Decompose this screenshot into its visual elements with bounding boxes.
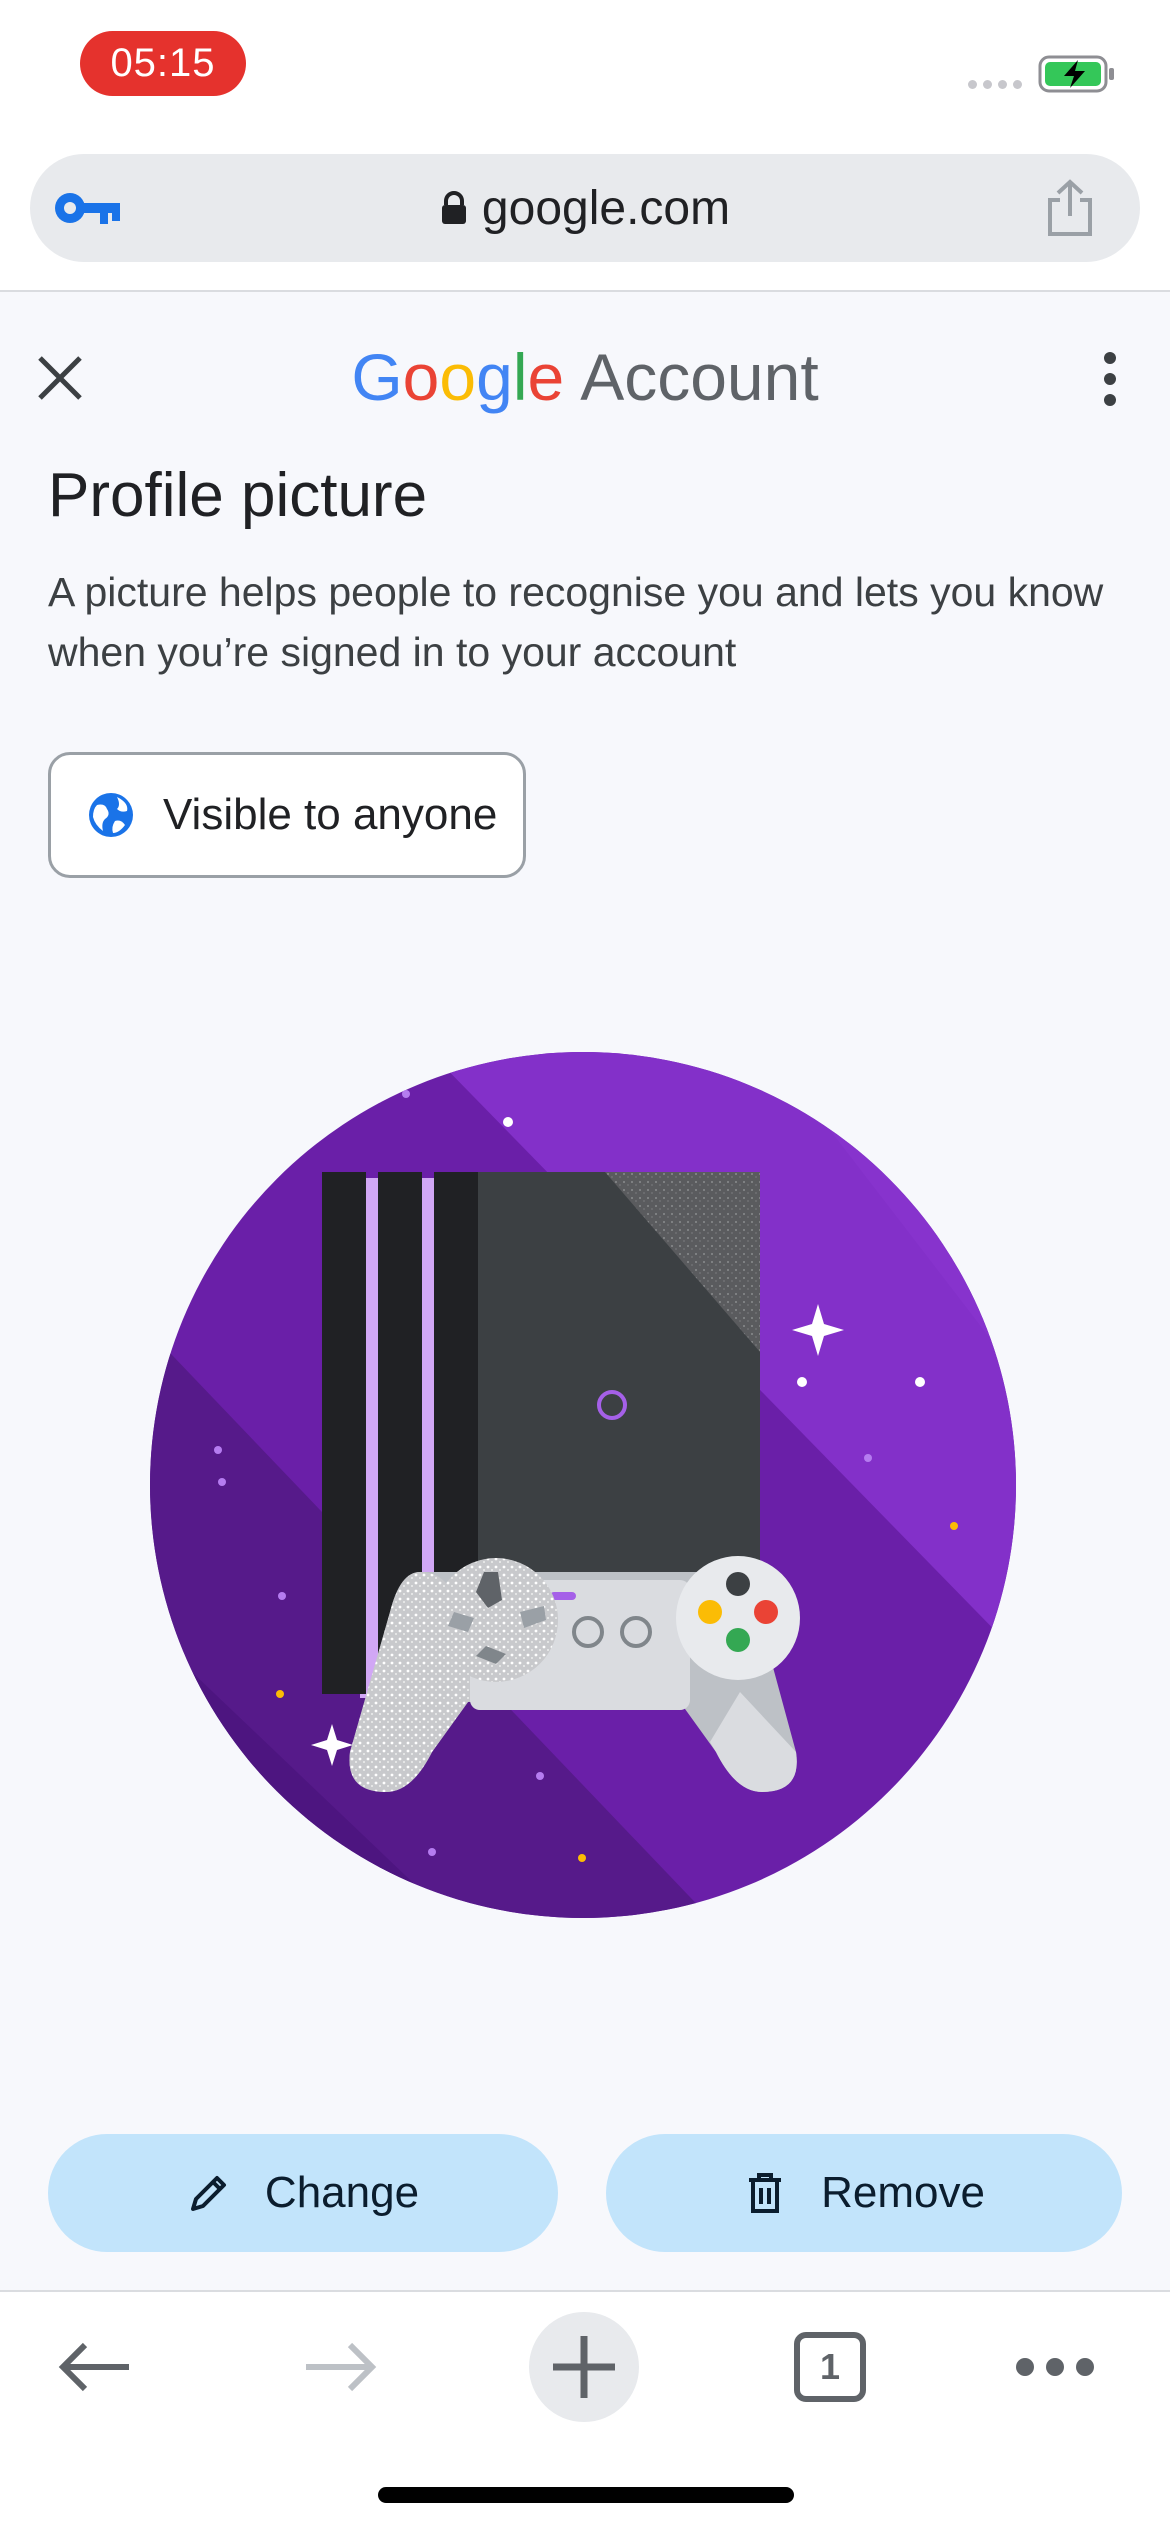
back-arrow-icon <box>58 2342 129 2392</box>
forward-button[interactable] <box>285 2292 395 2442</box>
battery-charging-icon <box>1038 55 1114 93</box>
back-button[interactable] <box>40 2292 150 2442</box>
address-bar[interactable]: google.com <box>30 154 1140 262</box>
change-label: Change <box>264 2168 420 2217</box>
screen: 05:15 google.com Google Account Profile … <box>0 0 1170 2532</box>
change-button[interactable]: Change <box>48 2134 558 2252</box>
url-text: google.com <box>481 181 731 235</box>
more-vert-icon[interactable] <box>1090 344 1130 414</box>
visibility-label: Visible to anyone <box>163 790 498 839</box>
browser-address-area: google.com <box>0 140 1170 292</box>
home-indicator[interactable] <box>378 2487 794 2503</box>
profile-picture-dialog: Google Account Profile picture A picture … <box>0 292 1170 2290</box>
game-console-avatar[interactable] <box>150 1052 1016 1918</box>
tabs-button[interactable]: 1 <box>790 2292 870 2442</box>
page-title: Profile picture <box>48 461 428 530</box>
forward-arrow-icon <box>306 2342 377 2392</box>
page-description: A picture helps people to recognise you … <box>48 569 1104 675</box>
status-bar: 05:15 <box>0 0 1170 140</box>
plus-icon <box>553 2336 615 2398</box>
status-time[interactable]: 05:15 <box>80 31 246 96</box>
google-account-logo: Google Account <box>351 340 819 414</box>
trash-icon <box>749 2173 782 2213</box>
url-display[interactable]: google.com <box>30 154 1140 262</box>
lock-icon <box>441 191 466 224</box>
remove-label: Remove <box>821 2168 985 2217</box>
new-tab-button[interactable] <box>528 2292 640 2442</box>
browser-toolbar: 1 <box>0 2290 1170 2532</box>
share-icon[interactable] <box>1042 178 1098 238</box>
globe-icon <box>89 793 133 837</box>
signal-dots-icon <box>968 80 1022 89</box>
visibility-button[interactable]: Visible to anyone <box>48 752 526 878</box>
remove-button[interactable]: Remove <box>606 2134 1122 2252</box>
more-horiz-icon <box>1016 2358 1094 2376</box>
new-tab-circle <box>529 2312 639 2422</box>
pencil-icon <box>190 2176 226 2211</box>
tabs-icon: 1 <box>794 2332 866 2402</box>
menu-button[interactable] <box>1005 2292 1105 2442</box>
